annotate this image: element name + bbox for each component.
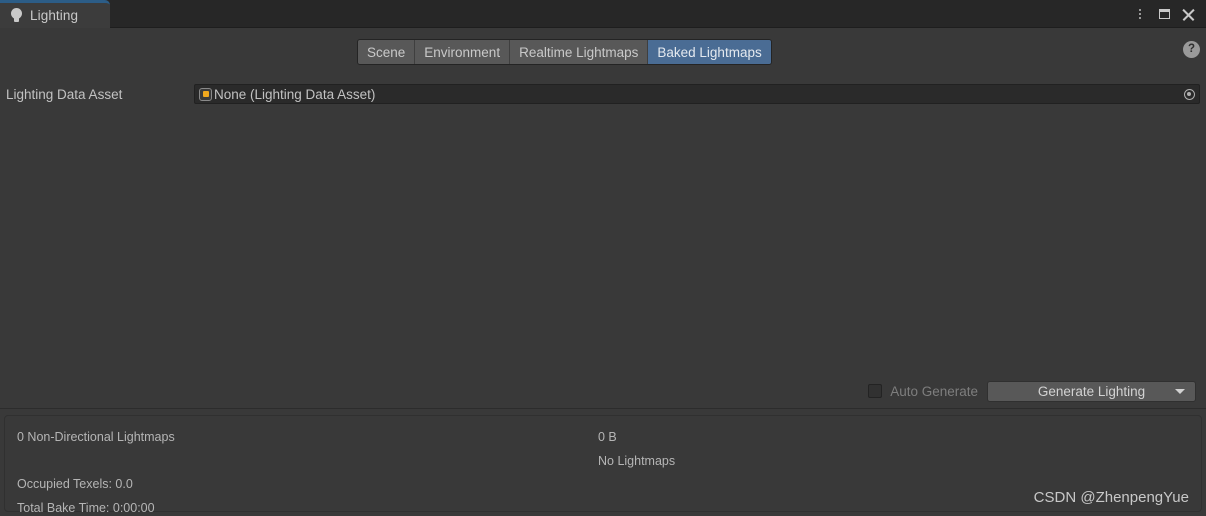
window-tab-label: Lighting [30, 8, 79, 23]
lighting-data-asset-field[interactable]: None (Lighting Data Asset) [194, 84, 1200, 104]
generate-lighting-button[interactable]: Generate Lighting [987, 380, 1196, 402]
window-tab-lighting[interactable]: Lighting [0, 0, 110, 28]
status-lightmaps-state: No Lightmaps [598, 454, 676, 468]
status-lightmaps-count: 0 Non-Directional Lightmaps [17, 430, 175, 444]
generate-controls-row: Auto Generate Generate Lighting [868, 380, 1196, 402]
status-total-bake-time: Total Bake Time: 0:00:00 [17, 501, 155, 515]
lighting-status-box: 0 Non-Directional Lightmaps 0 B No Light… [4, 415, 1202, 515]
tab-baked-lightmaps[interactable]: Baked Lightmaps [648, 40, 771, 64]
help-icon[interactable]: ? [1183, 41, 1200, 58]
auto-generate-label: Auto Generate [890, 383, 978, 399]
lighting-content-panel: Lighting Data Asset None (Lighting Data … [0, 73, 1206, 408]
generate-lighting-label: Generate Lighting [1037, 383, 1146, 399]
window-titlebar: Lighting [0, 0, 1206, 28]
lightbulb-icon [10, 8, 23, 23]
lighting-data-asset-label: Lighting Data Asset [6, 86, 123, 102]
close-icon[interactable] [1176, 1, 1200, 27]
lighting-status-bar: 0 Non-Directional Lightmaps 0 B No Light… [0, 408, 1206, 516]
tab-realtime-lightmaps[interactable]: Realtime Lightmaps [510, 40, 649, 64]
tab-scene[interactable]: Scene [358, 40, 416, 64]
status-lightmaps-size: 0 B [598, 430, 617, 444]
maximize-icon[interactable] [1152, 1, 1176, 27]
lighting-data-asset-row: Lighting Data Asset None (Lighting Data … [0, 83, 1206, 105]
status-occupied-texels: Occupied Texels: 0.0 [17, 477, 133, 491]
object-picker-icon[interactable] [1180, 85, 1198, 103]
kebab-menu-icon[interactable] [1128, 1, 1152, 27]
caret-down-icon[interactable] [1175, 389, 1185, 394]
window-controls [1128, 0, 1200, 28]
auto-generate-checkbox[interactable] [868, 384, 883, 398]
lighting-data-asset-icon [199, 87, 212, 101]
watermark: CSDN @ZhenpengYue [1033, 489, 1189, 506]
lighting-tab-group: Scene Environment Realtime Lightmaps Bak… [357, 39, 772, 65]
tab-environment[interactable]: Environment [415, 40, 511, 64]
auto-generate-toggle[interactable]: Auto Generate [868, 384, 978, 399]
lighting-data-asset-value: None (Lighting Data Asset) [214, 86, 376, 102]
lighting-toolbar: Scene Environment Realtime Lightmaps Bak… [0, 28, 1206, 73]
